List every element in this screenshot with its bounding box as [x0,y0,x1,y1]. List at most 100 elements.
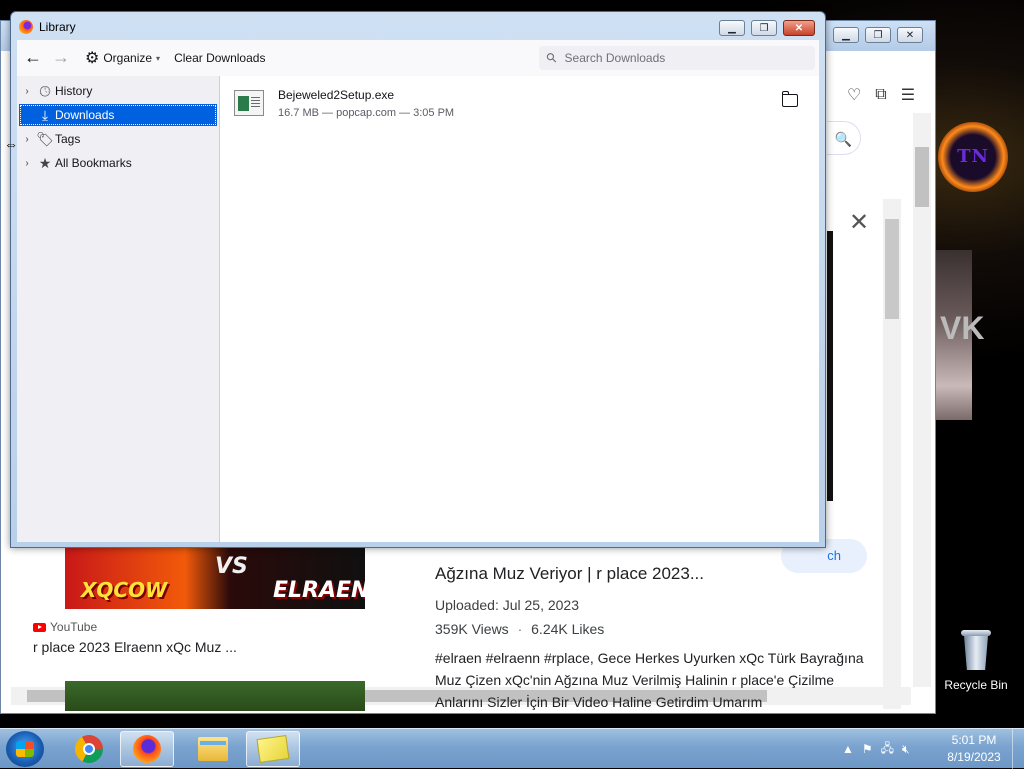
sidebar-item-label: Downloads [55,108,115,122]
pocket-icon[interactable]: ♡ [847,85,861,105]
minimize-button[interactable]: ▁ [719,20,745,36]
library-titlebar: Library [19,20,76,34]
sidebar-item-all-bookmarks[interactable]: › ★ All Bookmarks [19,152,217,174]
download-icon: ⤓ [41,106,49,123]
folder-icon [198,737,228,761]
show-desktop-button[interactable] [1012,729,1024,769]
video-source: YouTube [33,620,97,634]
wallpaper-text: VK [940,310,985,346]
page-scrollbar-thumb[interactable] [915,147,929,207]
action-center-icon[interactable]: ⚑ [862,742,873,756]
search-icon: ⚲ [542,48,561,67]
detail-views: 359K Views [435,621,509,637]
close-button[interactable]: ✕ [783,20,815,36]
video-thumbnail[interactable]: XQCOW VS ELRAENN [65,548,365,609]
system-tray: ▲ ⚑ 🖧︎ 🔇︎ [842,733,910,765]
youtube-icon [33,622,46,632]
thumbnail-text-left: XQCOW [81,578,168,602]
star-icon: ★ [38,154,52,171]
recycle-bin-icon [959,630,993,672]
logo-text: TN [957,146,989,167]
detail-title: Ağzına Muz Veriyor | r place 2023... [435,564,704,583]
sidebar-item-label: All Bookmarks [55,156,132,170]
menu-icon[interactable]: ☰ [901,85,915,105]
organize-label: Organize [103,51,153,65]
forward-arrow-icon[interactable]: → [49,46,73,70]
file-icon [234,90,264,116]
taskbar-sticky-notes[interactable] [246,731,300,767]
firefox-icon [133,735,161,763]
sidebar-item-label: Tags [55,132,81,146]
firefox-icon [19,20,33,34]
panel-scrollbar[interactable] [883,199,901,709]
detail-uploaded: Uploaded: Jul 25, 2023 [435,597,579,613]
browser-window-controls: ▁ ❐ ✕ [833,27,923,43]
search-downloads-field[interactable]: ⚲ [539,46,815,70]
tag-icon: 🏷︎ [36,130,54,147]
sidebar-item-downloads[interactable]: ⤓ Downloads [19,104,217,126]
download-filename: Bejeweled2Setup.exe [278,88,395,102]
folder-icon[interactable] [781,91,798,107]
search-downloads-input[interactable] [562,50,787,66]
organize-menu-button[interactable]: ⚙ Organize ▾ [85,48,160,68]
video-thumbnail-2[interactable] [65,681,365,711]
library-sidebar: › 🕓︎ History ⤓ Downloads › 🏷︎ Tags › ★ A… [17,76,219,542]
detail-stats: 359K Views · 6.24K Likes [435,621,605,637]
sidebar-item-tags[interactable]: › 🏷︎ Tags [19,128,217,150]
panel-scrollbar-thumb[interactable] [885,219,899,319]
minimize-button[interactable]: ▁ [833,27,859,43]
thumbnail-text-right: ELRAENN [273,578,365,603]
detail-description: #elraen #elraenn #rplace, Gece Herkes Uy… [435,650,864,710]
taskbar-firefox[interactable] [120,731,174,767]
taskbar-file-explorer[interactable] [186,731,240,767]
sidebar-item-history[interactable]: › 🕓︎ History [19,80,217,102]
library-title: Library [39,20,76,34]
chevron-down-icon: ▾ [156,53,161,63]
page-scrollbar[interactable] [913,113,931,687]
taskbar: ▲ ⚑ 🖧︎ 🔇︎ 5:01 PM 8/19/2023 [0,728,1024,769]
chevron-right-icon[interactable]: › [19,86,35,97]
browser-toolbar: ♡ ⧉ ☰ [827,77,935,113]
download-item[interactable]: Bejeweled2Setup.exe 16.7 MB — popcap.com… [220,76,818,130]
windows-logo-icon [16,741,34,757]
back-arrow-icon[interactable]: ← [21,46,45,70]
clock-date: 8/19/2023 [947,750,1001,764]
sticky-notes-icon [256,735,290,763]
close-button[interactable]: ✕ [897,27,923,43]
volume-muted-icon[interactable]: 🔇︎ [902,742,910,757]
desktop-logo: TN [938,122,1008,192]
clear-downloads-button[interactable]: Clear Downloads [174,51,265,65]
desktop-wallpaper-figure: VK [936,250,984,420]
show-hidden-icons-icon[interactable]: ▲ [842,742,854,756]
chevron-right-icon[interactable]: › [19,134,35,145]
library-body: ← → ⚙ Organize ▾ Clear Downloads ⚲ › 🕓︎ … [17,40,819,542]
recycle-bin[interactable]: Recycle Bin [940,630,1012,692]
chevron-right-icon[interactable]: › [19,158,35,169]
close-icon[interactable]: ✕ [835,199,883,247]
clock[interactable]: 5:01 PM 8/19/2023 [940,732,1008,766]
recycle-bin-label: Recycle Bin [944,678,1008,692]
download-details: 16.7 MB — popcap.com — 3:05 PM [278,107,455,119]
page-search-button[interactable]: 🔍 [827,121,861,155]
extensions-icon[interactable]: ⧉ [875,86,886,104]
library-window: Library ▁ ❐ ✕ ← → ⚙ Organize ▾ Clear Dow… [10,11,826,548]
chrome-icon [75,735,103,763]
library-window-controls: ▁ ❐ ✕ [719,20,815,36]
network-icon[interactable]: 🖧︎ [881,739,894,760]
library-toolbar: ← → ⚙ Organize ▾ Clear Downloads ⚲ [17,40,819,76]
video-title[interactable]: r place 2023 Elraenn xQc Muz ... [33,639,237,655]
search-icon: 🔍 [834,131,853,147]
resize-cursor-icon: ⇔ [4,136,18,152]
downloads-list: Bejeweled2Setup.exe 16.7 MB — popcap.com… [219,76,819,542]
sidebar-item-label: History [55,84,93,98]
gear-icon: ⚙ [85,50,100,67]
thumbnail-text-vs: VS [215,554,248,579]
maximize-button[interactable]: ❐ [865,27,891,43]
video-source-label: YouTube [50,620,98,634]
detail-likes: 6.24K Likes [531,621,605,637]
taskbar-chrome[interactable] [62,731,116,767]
clock-icon: 🕓︎ [39,82,51,99]
video-player-edge [827,231,833,501]
start-button[interactable] [6,731,44,767]
maximize-button[interactable]: ❐ [751,20,777,36]
